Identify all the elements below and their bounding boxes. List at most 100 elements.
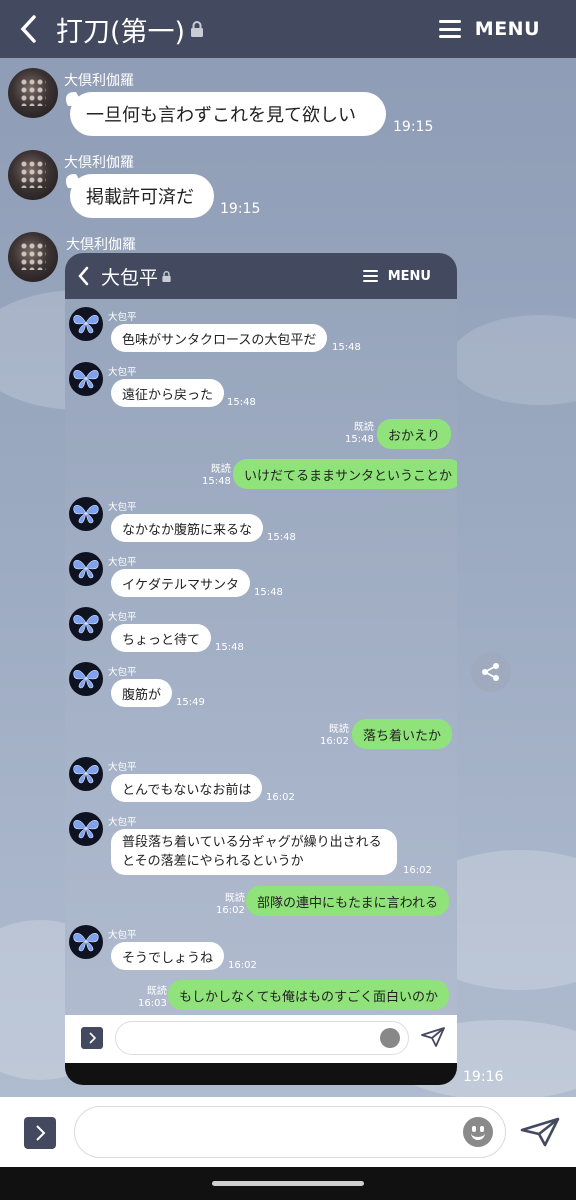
butterfly-avatar — [69, 757, 103, 791]
share-icon — [482, 663, 499, 681]
read-receipt: 既読 15:48 — [202, 464, 231, 488]
message-bubble: 遠征から戻った — [111, 379, 225, 407]
embedded-nav-bar — [65, 1063, 457, 1085]
embedded-title-text: 大包平 — [101, 266, 159, 289]
embedded-input-bar — [65, 1015, 457, 1063]
smiley-icon[interactable] — [463, 1117, 493, 1147]
message-text: もしかしなくても俺はものすごく面白いのか — [179, 989, 438, 1005]
message-text: 色味がサンタクロースの大包平だ — [122, 332, 317, 348]
message-text-line: とその落差にやられるというか — [122, 854, 304, 869]
send-icon[interactable] — [520, 1117, 560, 1147]
smiley-icon — [380, 1028, 400, 1048]
chat-header: 打刀(第一) MENU — [0, 0, 576, 58]
embedded-title: 大包平 — [101, 263, 172, 290]
message-time: 15:48 — [227, 397, 256, 408]
chevron-left-icon — [20, 15, 36, 43]
expand-button[interactable] — [24, 1117, 56, 1149]
message-text-line: 普段落ち着いている分ギャグが繰り出される — [122, 835, 382, 850]
embedded-input-field — [115, 1021, 409, 1055]
read-label: 既読 — [328, 724, 349, 735]
read-receipt: 既読 16:02 — [320, 724, 349, 748]
chevron-right-icon — [81, 1027, 103, 1049]
message-time: 15:48 — [332, 342, 361, 353]
sender-name: 大包平 — [108, 930, 137, 941]
message-time: 19:15 — [393, 119, 434, 135]
message-bubble: 落ち着いたか — [352, 719, 453, 749]
read-label: 既読 — [353, 422, 374, 433]
read-receipt: 既読 16:02 — [216, 893, 245, 917]
share-button[interactable] — [471, 652, 511, 692]
message-bubble: 部隊の連中にもたまに言われる — [246, 886, 449, 916]
message-text: 腹筋が — [122, 687, 162, 703]
message-bubble: 色味がサンタクロースの大包平だ — [111, 324, 328, 352]
message-text: 遠征から戻った — [122, 387, 214, 403]
message-time: 15:48 — [202, 476, 231, 487]
sender-name: 大包平 — [108, 817, 137, 828]
embedded-menu: MENU — [362, 253, 431, 299]
message-text: そうでしょうね — [122, 950, 214, 966]
chat-title-text: 打刀(第一) — [56, 16, 186, 48]
sender-name: 大包平 — [108, 312, 137, 323]
lock-icon — [162, 270, 171, 282]
home-indicator[interactable] — [212, 1181, 364, 1186]
message-bubble: なかなか腹筋に来るな — [111, 514, 264, 542]
message-time: 15:48 — [254, 587, 283, 598]
message-input-bar — [0, 1097, 576, 1167]
sender-name: 大倶利伽羅 — [64, 155, 134, 171]
message-time: 16:02 — [216, 905, 245, 916]
image-message[interactable]: 大包平 MENU 大包平 色味がサンタクロースの大包平だ 15:48 大包平 遠… — [65, 253, 457, 1085]
message-bubble: おかえり — [377, 419, 452, 449]
butterfly-avatar — [69, 307, 103, 341]
message-time: 15:48 — [215, 642, 244, 653]
message-text: イケダテルマサンタ — [122, 577, 240, 593]
message-time: 15:48 — [345, 434, 374, 445]
lock-icon — [191, 21, 204, 37]
message-time: 15:48 — [267, 532, 296, 543]
message-bubble: 普段落ち着いている分ギャグが繰り出される とその落差にやられるというか — [111, 829, 397, 875]
message-time: 19:15 — [220, 201, 261, 217]
menu-label: MENU — [474, 18, 540, 40]
message-time: 16:02 — [228, 960, 257, 971]
message-text: 掲載許可済だ — [86, 187, 194, 208]
message-bubble: とんでもないなお前は — [111, 774, 263, 802]
sender-name: 大倶利伽羅 — [64, 73, 134, 89]
message-bubble[interactable]: 一旦何も言わずこれを見て欲しい — [70, 92, 386, 136]
message-text: いけだてるままサンタということか — [244, 468, 453, 484]
message-time: 15:49 — [176, 697, 205, 708]
menu-button[interactable]: MENU — [438, 0, 540, 58]
message-bubble: いけだてるままサンタということか — [233, 459, 457, 489]
message-bubble: ちょっと待て — [111, 624, 212, 652]
embedded-header: 大包平 MENU — [65, 253, 457, 299]
chat-title: 打刀(第一) — [56, 10, 205, 49]
butterfly-avatar — [69, 552, 103, 586]
message-text: 部隊の連中にもたまに言われる — [257, 895, 438, 911]
avatar[interactable] — [8, 150, 58, 200]
butterfly-avatar — [69, 497, 103, 531]
chevron-left-icon — [65, 253, 101, 299]
butterfly-avatar — [69, 362, 103, 396]
message-time: 16:02 — [403, 865, 432, 876]
message-bubble: イケダテルマサンタ — [111, 569, 251, 597]
butterfly-avatar — [69, 925, 103, 959]
message-bubble: 腹筋が — [111, 679, 173, 707]
message-input[interactable] — [74, 1106, 506, 1158]
send-icon — [421, 1027, 445, 1047]
system-nav-bar — [0, 1167, 576, 1200]
butterfly-avatar — [69, 662, 103, 696]
read-receipt: 既読 15:48 — [345, 422, 374, 446]
avatar[interactable] — [8, 232, 58, 282]
read-label: 既読 — [210, 464, 231, 475]
message-bubble[interactable]: 掲載許可済だ — [70, 174, 214, 218]
message-text: おかえり — [388, 428, 441, 444]
read-label: 既読 — [224, 893, 245, 904]
message-text: 落ち着いたか — [363, 728, 442, 744]
sender-name: 大倶利伽羅 — [66, 237, 136, 253]
message-text: とんでもないなお前は — [122, 782, 252, 798]
sender-name: 大包平 — [108, 612, 137, 623]
hamburger-icon — [362, 270, 378, 282]
back-button[interactable] — [0, 0, 56, 58]
avatar[interactable] — [8, 68, 58, 118]
butterfly-avatar — [69, 812, 103, 846]
message-text: ちょっと待て — [122, 632, 201, 648]
embedded-menu-label: MENU — [387, 268, 431, 284]
